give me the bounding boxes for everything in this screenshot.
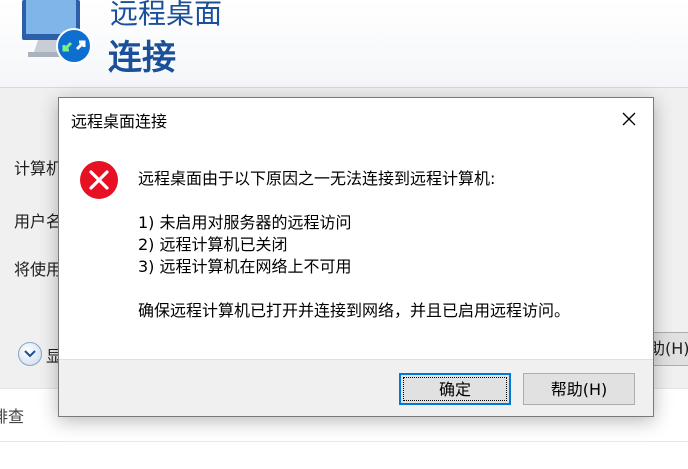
troubleshoot-link[interactable]: 排查 [0, 403, 24, 427]
message-line: 确保远程计算机已打开并连接到网络，并且已启用远程访问。 [138, 301, 571, 320]
error-dialog: 远程桌面连接 远程桌面由于以下原因之一无法连接到远程计算机: 1) 未启用对服务… [58, 97, 654, 417]
message-line: 1) 未启用对服务器的远程访问 [138, 213, 352, 232]
dialog-title: 远程桌面连接 [71, 112, 168, 131]
error-icon [80, 161, 118, 199]
close-button[interactable] [613, 104, 645, 134]
help-button[interactable]: 帮助(H) [523, 373, 635, 405]
credentials-label: 将使用 [14, 260, 63, 279]
ok-button[interactable]: 确定 [399, 373, 511, 405]
username-label: 用户名 [14, 212, 63, 231]
focus-rect [403, 377, 507, 401]
header-title-small: 远程桌面 [110, 0, 223, 30]
rdc-header: 远程桌面 连接 [0, 0, 688, 88]
header-title-big: 连接 [108, 38, 176, 78]
computer-label: 计算机 [14, 159, 63, 178]
close-icon [622, 112, 636, 126]
chevron-down-icon [24, 350, 36, 358]
message-line: 2) 远程计算机已关闭 [138, 235, 288, 254]
show-options-button[interactable] [18, 342, 42, 366]
remote-desktop-icon [22, 0, 92, 64]
dialog-footer: 确定 帮助(H) [59, 359, 653, 416]
message-line: 远程桌面由于以下原因之一无法连接到远程计算机: [138, 169, 496, 188]
message-line: 3) 远程计算机在网络上不可用 [138, 257, 352, 276]
divider [0, 441, 688, 442]
dialog-message: 远程桌面由于以下原因之一无法连接到远程计算机: 1) 未启用对服务器的远程访问 … [138, 168, 638, 322]
